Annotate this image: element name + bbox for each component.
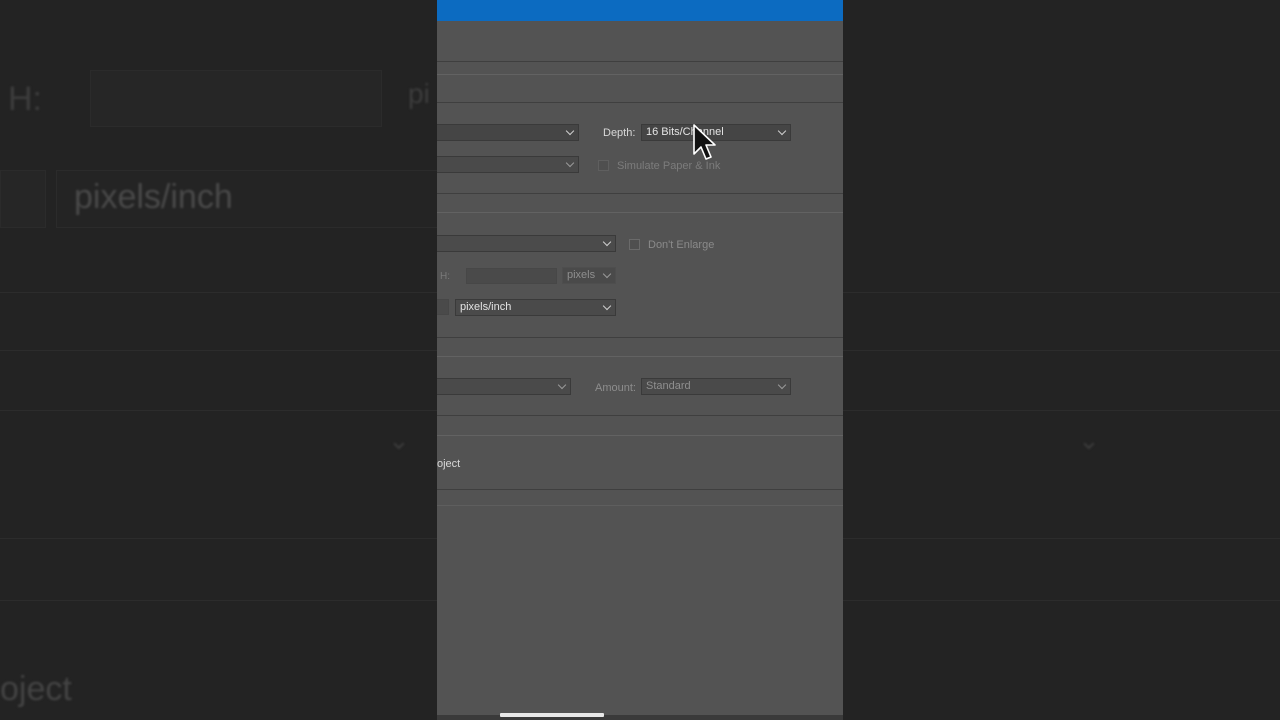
resolution-unit-select[interactable]: pixels/inch [455, 299, 616, 316]
chevron-down-icon [602, 269, 612, 279]
chevron-down-icon [777, 380, 787, 390]
smart-object-label: oject [437, 458, 461, 470]
amount-label: Amount: [595, 382, 636, 394]
export-dialog: Depth: 16 Bits/Channel Simulate Paper & … [437, 0, 843, 720]
profile-select[interactable] [437, 156, 579, 173]
scroll-indicator[interactable] [500, 713, 604, 717]
chevron-down-icon [602, 301, 612, 311]
chevron-down-icon [565, 158, 575, 168]
bg-height-field [90, 70, 382, 127]
height-unit-value: pixels [567, 269, 596, 281]
height-input[interactable] [466, 268, 557, 284]
resolution-unit-value: pixels/inch [460, 301, 512, 313]
amount-select[interactable]: Standard [641, 378, 791, 395]
dont-enlarge-label: Don't Enlarge [648, 239, 715, 251]
bg-height-label: H: [8, 80, 42, 118]
simulate-paper-checkbox[interactable] [598, 160, 609, 171]
chevron-down-icon [557, 380, 567, 390]
chevron-down-icon [565, 126, 575, 136]
resample-select[interactable] [437, 378, 571, 395]
dont-enlarge-checkbox[interactable] [629, 239, 640, 250]
color-mode-select[interactable] [437, 124, 579, 141]
chevron-down-icon [602, 237, 612, 247]
bg-chevron-down-icon: ⌄ [388, 425, 410, 455]
amount-value: Standard [646, 380, 691, 392]
arrow-cursor-icon [693, 124, 716, 160]
dialog-titlebar [437, 0, 843, 21]
image-size-select[interactable] [437, 235, 616, 252]
chevron-down-icon [777, 126, 787, 136]
height-label: H: [440, 271, 450, 282]
depth-label: Depth: [603, 127, 636, 139]
resolution-input[interactable] [437, 299, 449, 315]
bg-partial-text: pi [408, 78, 430, 109]
bg-chevron-down-icon-right: ⌄ [1078, 425, 1100, 455]
dialog-bottom-edge [437, 715, 843, 720]
bg-resolution-field [0, 170, 46, 228]
bg-partial-word: oject [0, 670, 72, 708]
bg-resolution-unit: pixels/inch [74, 178, 233, 216]
height-unit-select[interactable]: pixels [562, 267, 616, 284]
